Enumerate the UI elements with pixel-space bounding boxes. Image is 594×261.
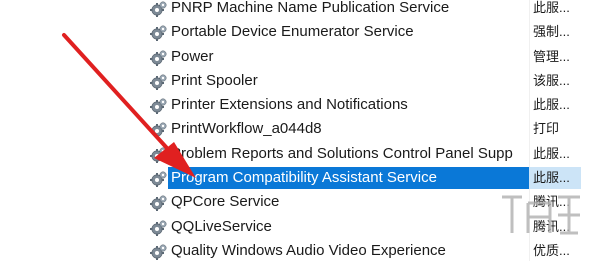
gear-icon bbox=[150, 97, 168, 115]
service-row[interactable]: Problem Reports and Solutions Control Pa… bbox=[0, 142, 594, 166]
service-row[interactable]: Printer Extensions and Notifications 此服..… bbox=[0, 93, 594, 117]
service-name: Quality Windows Audio Video Experience bbox=[171, 241, 446, 259]
gear-icon bbox=[150, 219, 168, 237]
service-name: Program Compatibility Assistant Service bbox=[171, 169, 437, 187]
gear-icon bbox=[150, 24, 168, 42]
gear-icon bbox=[150, 146, 168, 164]
service-name: QQLiveService bbox=[171, 217, 272, 235]
service-description: 此服... bbox=[533, 170, 570, 186]
service-row[interactable]: Power 管理... bbox=[0, 45, 594, 69]
service-description: 此服... bbox=[533, 0, 570, 15]
service-name: PNRP Machine Name Publication Service bbox=[171, 0, 450, 16]
service-row[interactable]: Portable Device Enumerator Service 强制... bbox=[0, 20, 594, 44]
services-list-view: PNRP Machine Name Publication Service 此服.… bbox=[0, 0, 594, 261]
service-row[interactable]: Program Compatibility Assistant Service 此… bbox=[0, 166, 594, 190]
service-description: 此服... bbox=[533, 97, 570, 113]
service-row[interactable]: PrintWorkflow_a044d8 打印 bbox=[0, 117, 594, 141]
service-description: 该服... bbox=[533, 72, 570, 88]
gear-icon bbox=[150, 170, 168, 188]
watermark-icon bbox=[502, 195, 580, 235]
service-description: 管理... bbox=[533, 48, 570, 64]
service-name: Printer Extensions and Notifications bbox=[171, 96, 408, 114]
watermark-logo bbox=[498, 189, 584, 255]
service-row[interactable]: PNRP Machine Name Publication Service 此服.… bbox=[0, 0, 594, 20]
service-description: 打印 bbox=[533, 121, 560, 137]
service-name: Portable Device Enumerator Service bbox=[171, 23, 414, 41]
gear-icon bbox=[150, 0, 168, 18]
gear-icon bbox=[150, 121, 168, 139]
service-name: QPCore Service bbox=[171, 193, 280, 211]
service-row[interactable]: Print Spooler 该服... bbox=[0, 69, 594, 93]
service-name: Print Spooler bbox=[171, 71, 258, 89]
gear-icon bbox=[150, 49, 168, 67]
gear-icon bbox=[150, 73, 168, 91]
service-description: 此服... bbox=[533, 145, 570, 161]
gear-icon bbox=[150, 243, 168, 261]
service-name: PrintWorkflow_a044d8 bbox=[171, 120, 322, 138]
gear-icon bbox=[150, 194, 168, 212]
service-name: Problem Reports and Solutions Control Pa… bbox=[171, 144, 513, 162]
service-description: 强制... bbox=[533, 24, 570, 40]
service-name: Power bbox=[171, 47, 214, 65]
